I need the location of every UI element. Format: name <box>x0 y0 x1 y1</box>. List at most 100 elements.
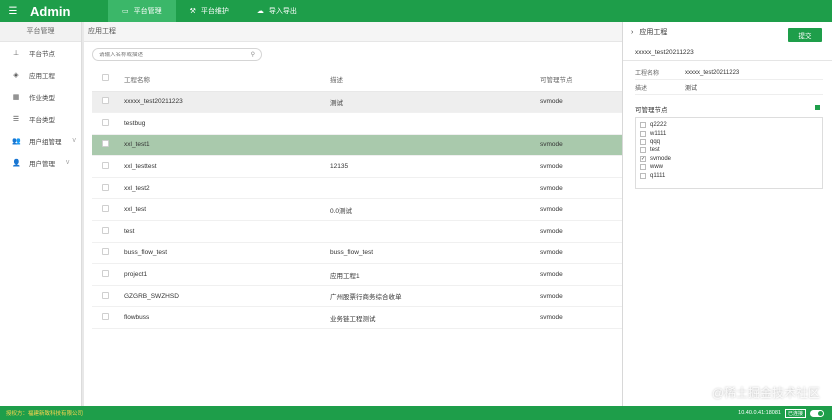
row-checkbox[interactable] <box>102 162 109 170</box>
cell-node: svmode <box>540 285 622 308</box>
desc-field: 描述 测试 <box>635 81 823 95</box>
cell-node: svmode <box>540 91 622 114</box>
sidebar-item-platform-nodes[interactable]: ⊥ 平台节点 <box>0 42 81 64</box>
panel-project-name: xxxxx_test20211223 <box>635 49 694 56</box>
brand-logo: Admin <box>30 3 71 19</box>
node-checkbox[interactable]: ✓ <box>640 155 646 162</box>
select-all-checkbox[interactable] <box>102 74 109 82</box>
chevron-right-icon[interactable]: › <box>631 29 633 36</box>
cell-desc: 0.0测试 <box>330 198 540 222</box>
top-bar: ☰ Admin ▭ 平台管理 ⚒ 平台维护 ☁ 导入导出 <box>0 0 832 22</box>
cell-node: svmode <box>540 220 622 243</box>
connection-toggle[interactable] <box>810 409 824 417</box>
node-checkbox[interactable] <box>640 164 646 171</box>
nav-label: 导入导出 <box>268 8 297 15</box>
nav-import-export[interactable]: ☁ 导入导出 <box>243 0 311 22</box>
name-field-label: 工程名称 <box>635 71 660 77</box>
sidebar-item-platform-types[interactable]: ☰ 平台类型 <box>0 108 81 130</box>
table-row[interactable]: GZGRB_SWZHSD 广州股票行商务综合收单 svmode <box>92 285 622 308</box>
cell-desc <box>330 177 540 200</box>
cube-icon: ◈ <box>13 72 19 79</box>
nav-platform-maintain[interactable]: ⚒ 平台维护 <box>176 0 243 22</box>
cell-desc: 测试 <box>330 91 540 114</box>
row-checkbox[interactable] <box>102 226 109 234</box>
node-label: w1111 <box>650 130 667 137</box>
table-row[interactable]: test svmode <box>92 220 622 243</box>
node-checkbox[interactable] <box>640 147 646 154</box>
node-checkbox[interactable] <box>640 122 646 129</box>
top-nav: ▭ 平台管理 ⚒ 平台维护 ☁ 导入导出 <box>108 0 311 22</box>
node-label: test <box>650 147 660 154</box>
node-item[interactable]: w1111 <box>640 129 818 137</box>
node-item[interactable]: q1111 <box>640 171 818 179</box>
desc-field-value[interactable]: 测试 <box>685 83 697 92</box>
sidebar-item-label: 用户组管理 <box>29 139 62 146</box>
sidebar-item-label: 平台类型 <box>29 117 55 124</box>
node-item[interactable]: www <box>640 163 818 171</box>
row-checkbox[interactable] <box>102 270 109 278</box>
cloud-icon: ☁ <box>256 8 264 15</box>
column-header-nodes[interactable]: 可管理节点 <box>540 67 622 92</box>
status-indicator <box>815 105 820 110</box>
row-checkbox[interactable] <box>102 291 109 299</box>
cell-name: GZGRB_SWZHSD <box>118 285 330 308</box>
cell-name: testbug <box>118 112 330 135</box>
name-field-value[interactable]: xxxxx_test20211223 <box>685 70 739 76</box>
row-checkbox[interactable] <box>102 140 109 148</box>
table-row[interactable]: buss_flow_test buss_flow_test svmode <box>92 242 622 265</box>
cell-node: svmode <box>540 198 622 222</box>
sidebar: 平台管理 ⊥ 平台节点 ◈ 应用工程 ▦ 作业类型 ☰ 平台类型 👥 用户组管理… <box>0 22 82 406</box>
table-row[interactable]: xxl_test2 svmode <box>92 177 622 200</box>
nodes-title: 可管理节点 <box>635 107 668 114</box>
grid-icon: ▦ <box>12 94 20 101</box>
search-icon[interactable]: ⚲ <box>251 51 255 58</box>
menu-icon[interactable]: ☰ <box>4 0 22 22</box>
list-icon: ☰ <box>12 116 20 123</box>
cell-desc: buss_flow_test <box>330 242 540 265</box>
footer-status: 10.40.0.41:18081 已连接 <box>738 406 824 420</box>
sidebar-item-app-projects[interactable]: ◈ 应用工程 <box>0 64 81 86</box>
node-item[interactable]: q2222 <box>640 121 818 129</box>
table-row[interactable]: testbug <box>92 112 622 135</box>
table-row[interactable]: xxl_test1 svmode <box>92 134 622 157</box>
chevron-down-icon: V <box>66 160 70 166</box>
sidebar-item-label: 应用工程 <box>29 73 55 80</box>
divider <box>623 60 832 61</box>
license-text: 授权方：福建新致科技有限公司 <box>6 411 84 417</box>
sidebar-item-job-types[interactable]: ▦ 作业类型 <box>0 86 81 108</box>
sidebar-item-user-groups[interactable]: 👥 用户组管理 V <box>0 130 81 152</box>
row-checkbox[interactable] <box>102 183 109 191</box>
row-checkbox[interactable] <box>102 248 109 256</box>
node-checkbox[interactable] <box>640 138 646 145</box>
node-checkbox[interactable] <box>640 172 646 179</box>
search-input[interactable] <box>99 51 251 58</box>
row-checkbox[interactable] <box>102 205 109 213</box>
submit-button[interactable]: 提交 <box>788 28 822 42</box>
nav-platform-manage[interactable]: ▭ 平台管理 <box>108 0 176 22</box>
table-row[interactable]: project1 应用工程1 svmode <box>92 263 622 286</box>
watermark: @稀土掘金技术社区 <box>711 386 820 400</box>
table-row[interactable]: xxl_test 0.0测试 svmode <box>92 198 622 222</box>
sidebar-item-users[interactable]: 👤 用户管理 V <box>0 152 81 174</box>
name-field: 工程名称 xxxxx_test20211223 <box>635 66 823 80</box>
table-row[interactable]: flowbuss 业务链工程测试 svmode <box>92 306 622 330</box>
node-item[interactable]: test <box>640 146 818 154</box>
cell-name: xxl_test1 <box>118 134 330 157</box>
table-row[interactable]: xxl_testtest 12135 svmode <box>92 155 622 178</box>
sidebar-item-label: 用户管理 <box>29 161 55 168</box>
column-header-name[interactable]: 工程名称 <box>118 67 330 92</box>
cell-desc: 广州股票行商务综合收单 <box>330 285 540 308</box>
row-checkbox[interactable] <box>102 313 109 321</box>
node-item[interactable]: qqq <box>640 138 818 146</box>
node-checkbox[interactable] <box>640 130 646 137</box>
column-header-desc[interactable]: 描述 <box>330 67 540 92</box>
row-checkbox[interactable] <box>102 97 109 105</box>
users-icon: 👥 <box>12 138 21 145</box>
wrench-icon: ⚒ <box>189 8 196 15</box>
node-item[interactable]: ✓ svmode <box>640 155 818 163</box>
node-label: svmode <box>650 155 672 162</box>
table-row[interactable]: xxxxx_test20211223 测试 svmode <box>92 91 622 114</box>
node-label: qqq <box>650 138 661 145</box>
cell-desc <box>330 220 540 243</box>
row-checkbox[interactable] <box>102 118 109 126</box>
